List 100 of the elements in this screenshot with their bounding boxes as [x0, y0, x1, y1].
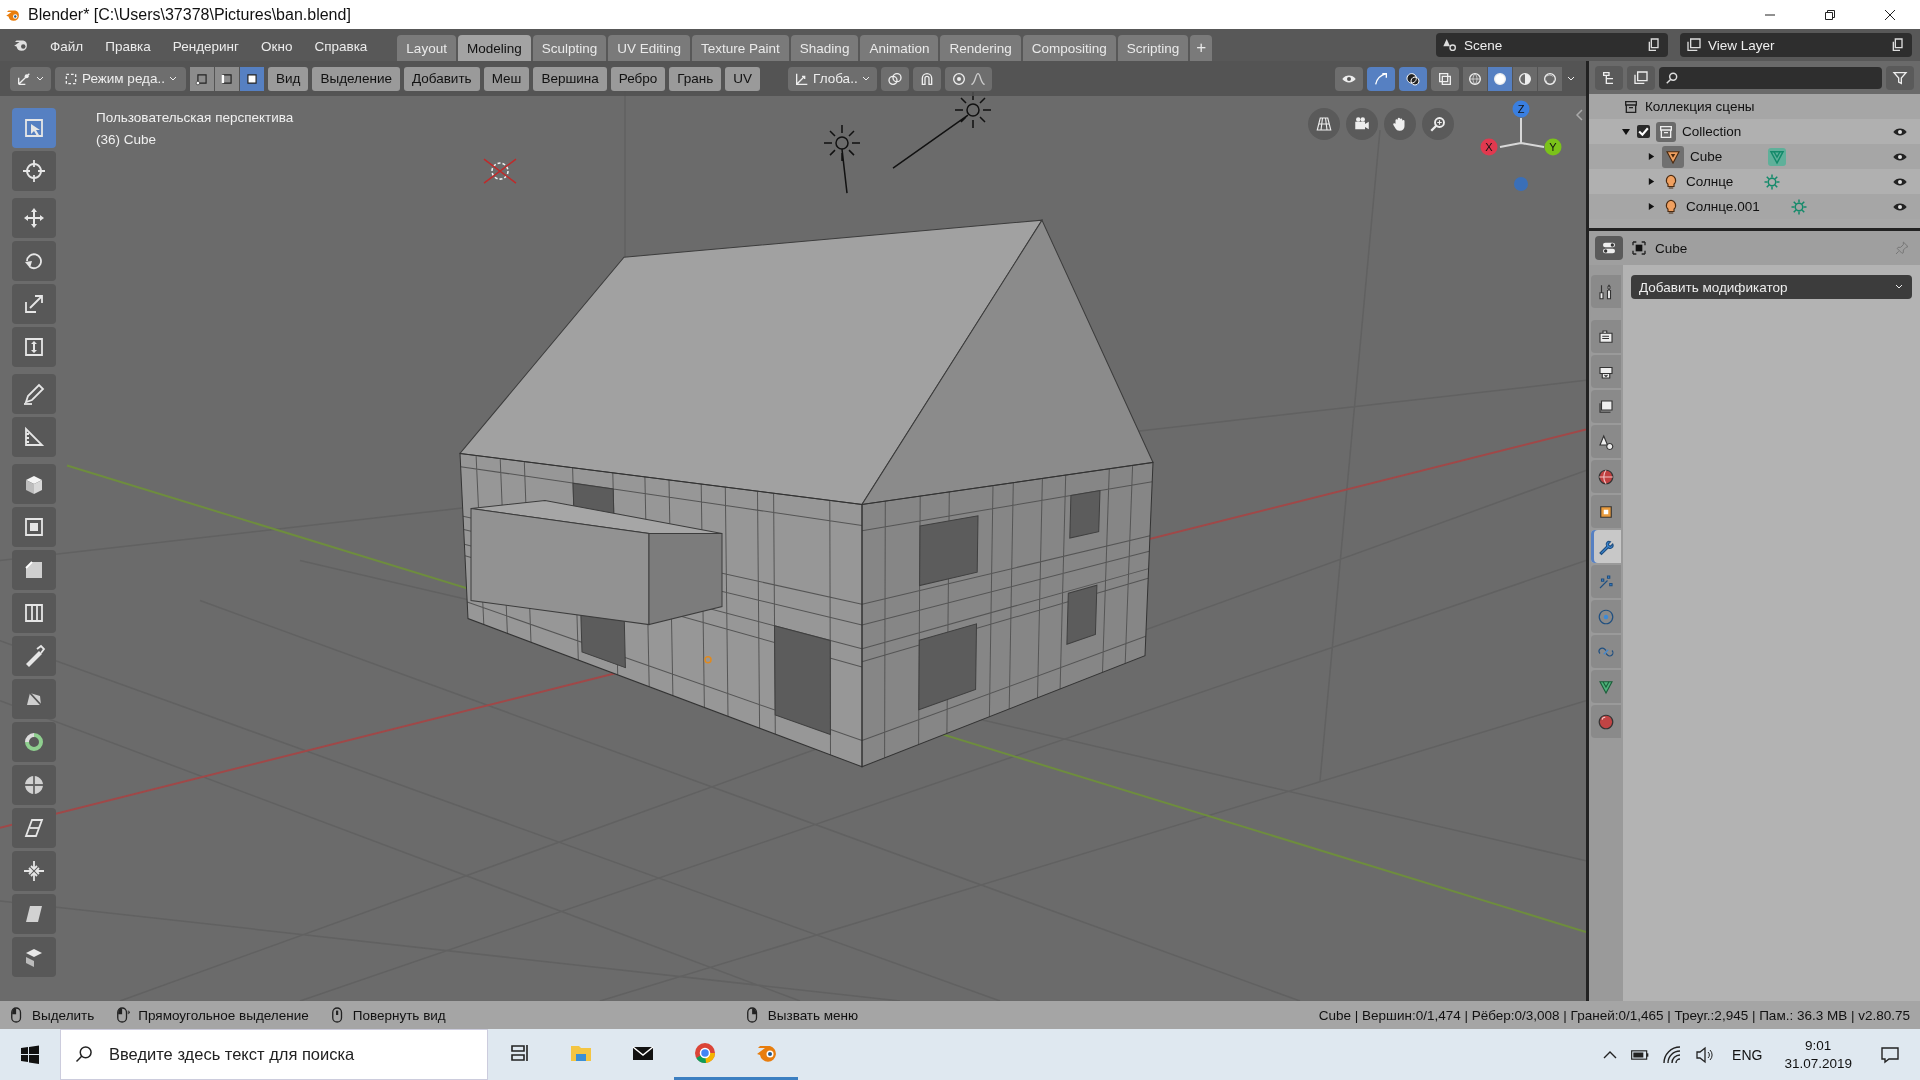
tool-button[interactable]: [12, 765, 56, 805]
expand-arrow-icon[interactable]: [1647, 202, 1656, 211]
menu-item[interactable]: Рендеринг: [162, 31, 249, 61]
workspace-tab[interactable]: Modeling: [457, 35, 531, 61]
pivot-button[interactable]: [880, 66, 909, 91]
tool-button[interactable]: [12, 937, 56, 977]
tool-button[interactable]: [12, 593, 56, 633]
wireframe-shading-button[interactable]: [1463, 66, 1487, 91]
tool-button[interactable]: [12, 327, 56, 367]
language-indicator[interactable]: ENG: [1732, 1046, 1763, 1063]
clock[interactable]: 9:01 31.07.2019: [1774, 1038, 1862, 1071]
filter-button[interactable]: [1886, 65, 1914, 90]
notifications-icon[interactable]: [1880, 1044, 1900, 1065]
workspace-tab[interactable]: Animation: [860, 35, 939, 61]
scene-field[interactable]: Scene: [1436, 33, 1668, 57]
workspace-tab[interactable]: Shading: [790, 35, 859, 61]
move-arrows-icon: [22, 206, 46, 230]
editor-type-button[interactable]: [10, 66, 51, 91]
axis-handle[interactable]: Y: [1544, 138, 1562, 156]
filter-view-button[interactable]: [1627, 65, 1655, 90]
properties-tab[interactable]: [1591, 275, 1621, 308]
checkbox[interactable]: [1637, 125, 1650, 138]
rendered-shading-button[interactable]: [1538, 66, 1562, 91]
tool-button[interactable]: [12, 151, 56, 191]
gizmo-toggle-button[interactable]: [1367, 66, 1395, 91]
expand-arrow-icon[interactable]: [1621, 126, 1631, 137]
header-menu[interactable]: Вид: [268, 66, 309, 91]
menu-item[interactable]: Справка: [304, 31, 378, 61]
tool-button[interactable]: [12, 198, 56, 238]
tool-button[interactable]: [12, 417, 56, 457]
expand-arrow-icon[interactable]: [1647, 177, 1656, 186]
speaker-icon[interactable]: [1694, 1044, 1715, 1065]
material-shading-button[interactable]: [1513, 66, 1537, 91]
tool-button[interactable]: [12, 507, 56, 547]
add-modifier-dropdown[interactable]: Добавить модификатор: [1631, 275, 1912, 299]
tool-button[interactable]: [12, 464, 56, 504]
header-menu[interactable]: Вершина: [533, 66, 607, 91]
properties-tab[interactable]: [1591, 425, 1621, 458]
properties-tab[interactable]: [1591, 530, 1621, 563]
menu-item[interactable]: Окно: [251, 31, 303, 61]
tool-button[interactable]: [12, 284, 56, 324]
overlay-toggle-button[interactable]: [1399, 66, 1427, 91]
header-menu[interactable]: Добавить: [403, 66, 480, 91]
tool-button[interactable]: [12, 808, 56, 848]
properties-tab[interactable]: [1591, 495, 1621, 528]
axis-handle[interactable]: Z: [1512, 100, 1530, 118]
properties-tab[interactable]: [1591, 390, 1621, 423]
mode-dropdown[interactable]: Режим реда..: [55, 66, 186, 91]
overlapping-circles-icon: [1405, 70, 1421, 87]
header-menu[interactable]: Меш: [483, 66, 530, 91]
add-workspace-button[interactable]: +: [1190, 35, 1213, 61]
view-layer-field[interactable]: View Layer: [1680, 33, 1912, 57]
image-stack-icon: [1633, 69, 1649, 86]
expand-arrow-icon[interactable]: [1647, 152, 1656, 161]
workspace-tab[interactable]: Scripting: [1117, 35, 1189, 61]
tool-button[interactable]: [12, 679, 56, 719]
workspace-tab[interactable]: Layout: [397, 35, 456, 61]
workspace-tab[interactable]: Rendering: [940, 35, 1021, 61]
edge-select-button[interactable]: [215, 66, 239, 91]
snap-button[interactable]: [912, 66, 941, 91]
visibility-button[interactable]: [1335, 66, 1363, 91]
workspace-tab[interactable]: Sculpting: [532, 35, 607, 61]
workspace-tab[interactable]: Compositing: [1022, 35, 1116, 61]
tool-button[interactable]: [12, 894, 56, 934]
menu-item[interactable]: Правка: [95, 31, 161, 61]
taskbar-search-field[interactable]: Введите здесь текст для поиска: [60, 1029, 488, 1080]
xray-toggle-button[interactable]: [1431, 66, 1459, 91]
outliner-item[interactable]: Солнце.001: [1686, 199, 1760, 214]
tool-button[interactable]: [12, 722, 56, 762]
tool-button[interactable]: [12, 108, 56, 148]
sidebar-toggle-icon[interactable]: [1574, 108, 1584, 122]
tool-button[interactable]: [12, 851, 56, 891]
header-menu[interactable]: UV: [725, 66, 761, 91]
properties-tab[interactable]: [1591, 320, 1621, 353]
solid-shading-button[interactable]: [1488, 66, 1512, 91]
wifi-icon[interactable]: [1662, 1044, 1683, 1065]
properties-tab[interactable]: [1591, 355, 1621, 388]
tool-button[interactable]: [12, 550, 56, 590]
outliner-item[interactable]: Collection: [1682, 124, 1742, 139]
workspace-tab[interactable]: UV Editing: [608, 35, 691, 61]
header-menu[interactable]: Выделение: [312, 66, 400, 91]
outliner-item[interactable]: Солнце: [1686, 174, 1734, 189]
workspace-tab[interactable]: Texture Paint: [692, 35, 789, 61]
outliner-item[interactable]: Коллекция сцены: [1645, 99, 1755, 114]
axis-handle[interactable]: X: [1480, 138, 1498, 156]
proportional-edit-button[interactable]: [944, 66, 992, 91]
tool-button[interactable]: [12, 374, 56, 414]
header-menu[interactable]: Ребро: [610, 66, 666, 91]
header-menu[interactable]: Грань: [669, 66, 722, 91]
negative-axis-handle[interactable]: [1514, 177, 1528, 191]
face-select-button[interactable]: [240, 66, 264, 91]
display-mode-button[interactable]: [1595, 65, 1623, 90]
object-icon: [1631, 240, 1647, 256]
outliner-item[interactable]: Cube: [1690, 149, 1723, 164]
search-field[interactable]: [1659, 66, 1882, 89]
editor-type-button[interactable]: [1595, 236, 1623, 260]
orientation-dropdown[interactable]: Глоба..: [788, 66, 877, 91]
menu-item[interactable]: Файл: [40, 31, 94, 61]
tool-button[interactable]: [12, 241, 56, 281]
tool-button[interactable]: [12, 636, 56, 676]
